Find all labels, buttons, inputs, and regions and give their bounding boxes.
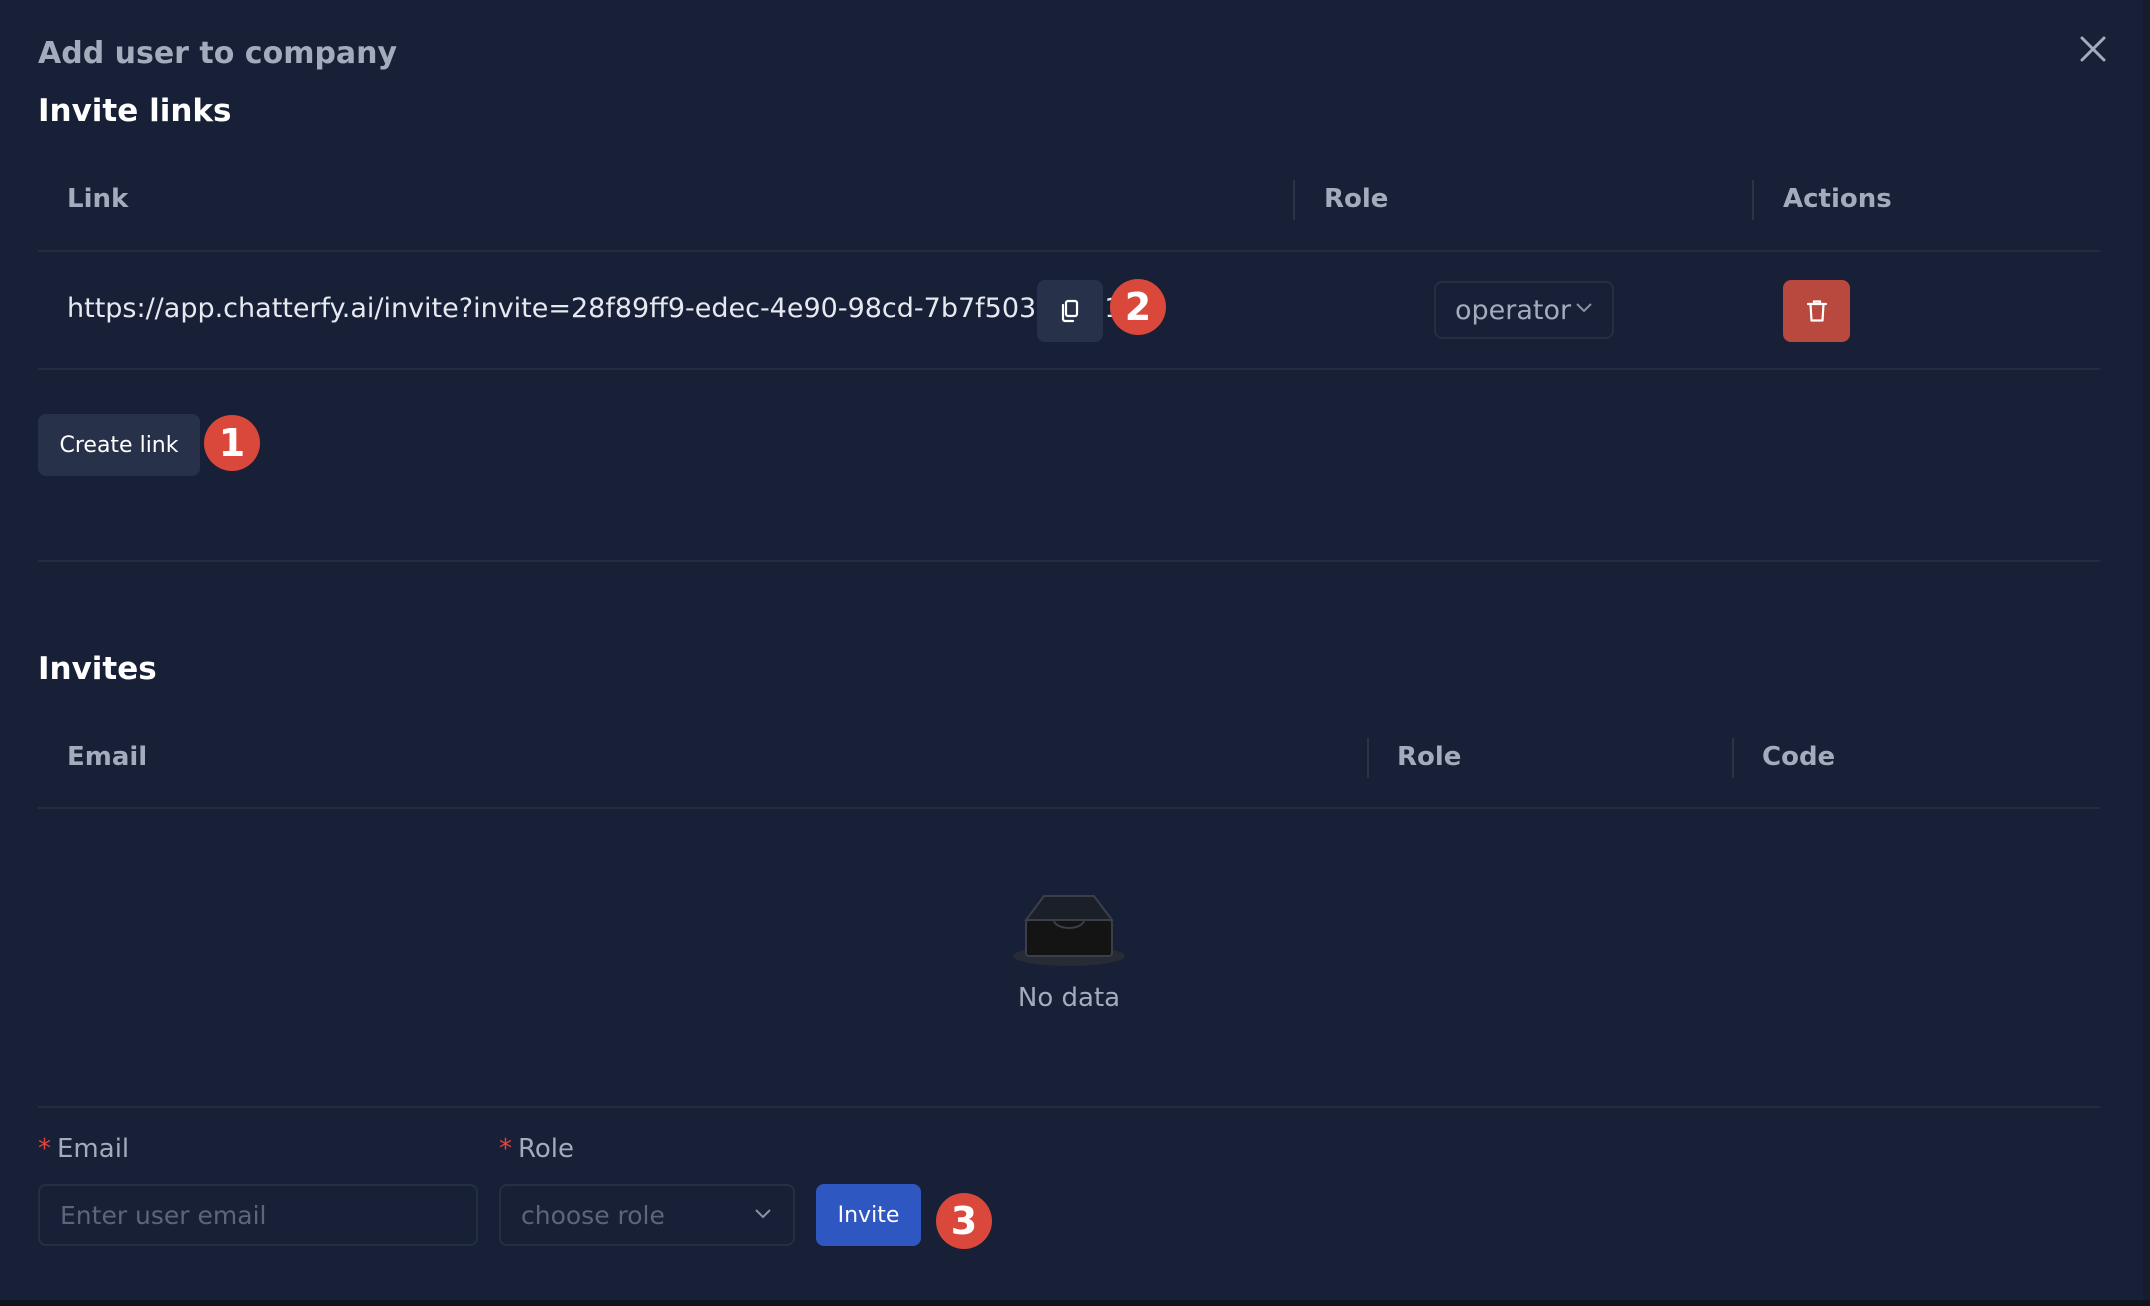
invite-links-title: Invite links bbox=[38, 93, 232, 129]
role-select[interactable]: choose role bbox=[499, 1184, 795, 1246]
column-header-actions: Actions bbox=[1783, 184, 1892, 214]
role-select-placeholder: choose role bbox=[521, 1200, 665, 1230]
close-button[interactable] bbox=[2072, 28, 2114, 70]
column-header-email: Email bbox=[67, 742, 148, 772]
form-divider bbox=[38, 1106, 2100, 1108]
invite-link-url: https://app.chatterfy.ai/invite?invite=2… bbox=[67, 293, 1122, 324]
column-separator bbox=[1732, 738, 1734, 778]
section-divider bbox=[38, 560, 2100, 562]
copy-link-button[interactable] bbox=[1037, 280, 1103, 342]
empty-inbox-icon bbox=[1010, 890, 1128, 970]
annotation-badge-3: 3 bbox=[936, 1193, 992, 1249]
table-header-divider bbox=[38, 250, 2100, 252]
link-role-select[interactable]: operator bbox=[1434, 281, 1614, 339]
email-input[interactable] bbox=[38, 1184, 478, 1246]
background-page-edge bbox=[2143, 0, 2150, 1306]
annotation-badge-2: 2 bbox=[1110, 279, 1166, 335]
email-label-text: Email bbox=[57, 1134, 130, 1164]
modal-title: Add user to company bbox=[38, 36, 398, 71]
column-separator bbox=[1752, 180, 1754, 220]
invites-title: Invites bbox=[38, 651, 157, 687]
close-icon bbox=[2080, 36, 2106, 62]
add-user-modal: Add user to company Invite links Link Ro… bbox=[0, 0, 2143, 1300]
link-role-value: operator bbox=[1455, 294, 1572, 326]
background-page-bottom bbox=[0, 1300, 2150, 1306]
copy-icon bbox=[1061, 299, 1079, 323]
chevron-down-icon bbox=[755, 1209, 771, 1219]
empty-state-text: No data bbox=[1017, 983, 1121, 1013]
column-separator bbox=[1367, 738, 1369, 778]
role-label: * Role bbox=[499, 1134, 574, 1164]
annotation-badge-1: 1 bbox=[204, 415, 260, 471]
email-label: * Email bbox=[38, 1134, 129, 1164]
column-header-code: Code bbox=[1762, 742, 1836, 772]
column-separator bbox=[1293, 180, 1295, 220]
invite-button[interactable]: Invite bbox=[816, 1184, 921, 1246]
column-header-invite-role: Role bbox=[1397, 742, 1462, 772]
required-marker: * bbox=[499, 1134, 512, 1164]
column-header-role: Role bbox=[1324, 184, 1389, 214]
create-link-button[interactable]: Create link bbox=[38, 414, 200, 476]
role-label-text: Role bbox=[518, 1134, 575, 1164]
required-marker: * bbox=[38, 1134, 51, 1164]
trash-icon bbox=[1806, 300, 1827, 322]
table-header-divider bbox=[38, 807, 2100, 809]
table-row-divider bbox=[38, 368, 2100, 370]
chevron-down-icon bbox=[1576, 303, 1592, 313]
column-header-link: Link bbox=[67, 184, 129, 214]
delete-link-button[interactable] bbox=[1783, 280, 1850, 342]
